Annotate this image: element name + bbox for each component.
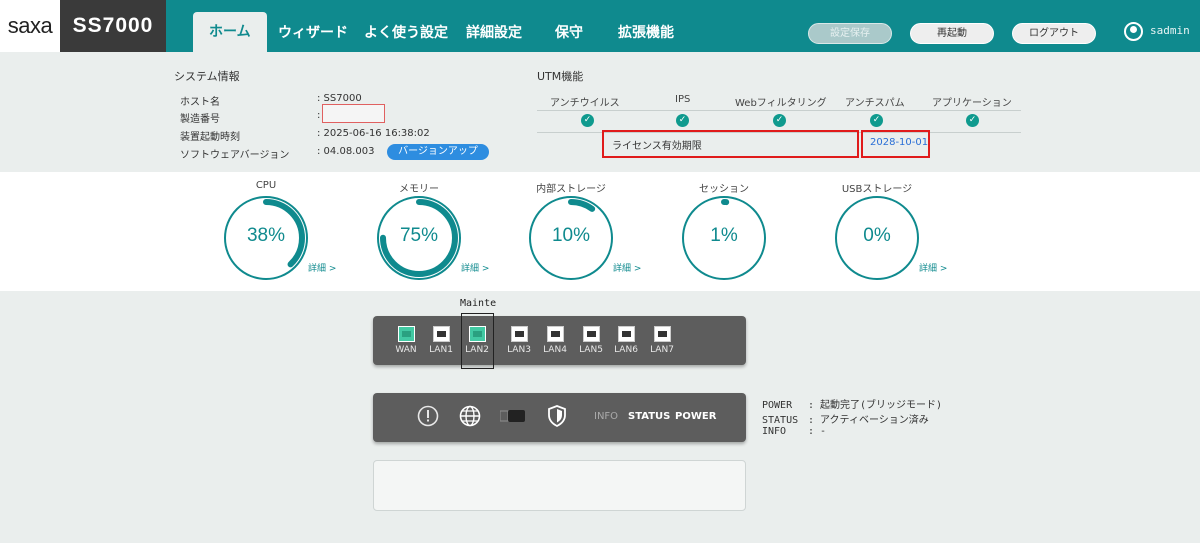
info-key: INFO — [762, 426, 787, 437]
webfilter-check-icon: ✓ — [773, 114, 786, 127]
utm-ips-label: IPS — [675, 94, 691, 105]
info-indicator: INFO — [594, 411, 619, 422]
port-lan5[interactable]: LAN5 — [578, 326, 604, 355]
alert-icon — [417, 405, 439, 427]
tab-maintenance[interactable]: 保守 — [555, 18, 583, 52]
usb-icon — [500, 410, 525, 422]
status-indicator: STATUS — [628, 411, 671, 422]
serial-label: 製造番号 — [180, 114, 220, 125]
software-version-label: ソフトウェアバージョン — [180, 150, 290, 161]
port-lan4[interactable]: LAN4 — [542, 326, 568, 355]
memory-detail-link[interactable]: 詳細 > — [461, 261, 489, 274]
license-expiry-date[interactable]: 2028-10-01 — [870, 137, 928, 148]
port-lan7[interactable]: LAN7 — [649, 326, 675, 355]
usb-storage-detail-link[interactable]: 詳細 > — [919, 261, 947, 274]
user-name: sadmin — [1150, 24, 1190, 37]
save-settings-button[interactable]: 設定保存 — [808, 23, 892, 44]
saxa-logo: saxa — [0, 0, 60, 52]
utm-title: UTM機能 — [537, 70, 584, 83]
internal-storage-gauge-value: 10% — [551, 225, 591, 246]
ethernet-port-icon — [582, 326, 600, 342]
ethernet-port-icon — [653, 326, 671, 342]
power-value: : 起動完了(ブリッジモード) — [808, 400, 943, 411]
port-label: LAN4 — [543, 345, 567, 355]
tab-extensions[interactable]: 拡張機能 — [618, 18, 674, 52]
shield-icon — [548, 405, 566, 427]
utm-webfilter-label: Webフィルタリング — [735, 98, 827, 109]
info-status-row: INFO : - — [762, 426, 826, 437]
port-label: LAN5 — [579, 345, 603, 355]
status-key: STATUS — [762, 415, 799, 426]
port-label: LAN7 — [650, 345, 674, 355]
port-label: LAN3 — [507, 345, 531, 355]
antivirus-check-icon: ✓ — [581, 114, 594, 127]
memory-gauge-value: 75% — [399, 225, 439, 246]
session-gauge-value: 1% — [710, 225, 738, 246]
application-check-icon: ✓ — [966, 114, 979, 127]
license-expiry-label: ライセンス有効期限 — [612, 141, 702, 152]
port-wan[interactable]: WAN — [393, 326, 419, 355]
globe-icon — [459, 405, 481, 427]
usb-storage-gauge-value: 0% — [863, 225, 891, 246]
model-logo: SS7000 — [60, 0, 166, 52]
version-up-button[interactable]: バージョンアップ — [387, 144, 489, 160]
top-header: saxa SS7000 ホーム ウィザード よく使う設定 詳細設定 保守 拡張機… — [0, 0, 1200, 52]
tab-favorites[interactable]: よく使う設定 — [364, 18, 448, 52]
ethernet-port-icon — [432, 326, 450, 342]
mainte-port-highlight — [461, 313, 494, 369]
port-label: LAN1 — [429, 345, 453, 355]
info-value: : - — [808, 426, 827, 437]
boot-time-label: 装置起動時刻 — [180, 132, 240, 143]
power-status-row: POWER : 起動完了(ブリッジモード) — [762, 396, 942, 411]
utm-divider-top — [537, 110, 1021, 111]
ethernet-port-icon — [617, 326, 635, 342]
cpu-detail-link[interactable]: 詳細 > — [308, 261, 336, 274]
internal-storage-detail-link[interactable]: 詳細 > — [613, 261, 641, 274]
cpu-gauge-value: 38% — [246, 225, 286, 246]
message-area — [373, 460, 746, 511]
tab-wizard[interactable]: ウィザード — [278, 18, 348, 52]
port-label: LAN6 — [614, 345, 638, 355]
software-version-value: : 04.08.003 — [317, 146, 375, 157]
hostname-label: ホスト名 — [180, 97, 220, 108]
user-icon — [1124, 22, 1143, 41]
serial-redacted-box — [322, 104, 385, 123]
serial-value: : — [317, 110, 321, 121]
tab-home[interactable]: ホーム — [193, 12, 267, 52]
utm-application-label: アプリケーション — [932, 98, 1012, 109]
ethernet-port-icon — [510, 326, 528, 342]
status-value: : アクティベーション済み — [808, 415, 929, 426]
system-info-title: システム情報 — [174, 70, 240, 83]
power-indicator: POWER — [675, 411, 717, 422]
ethernet-port-icon — [546, 326, 564, 342]
hostname-value: : SS7000 — [317, 93, 362, 104]
status-status-row: STATUS : アクティベーション済み — [762, 411, 929, 426]
port-lan3[interactable]: LAN3 — [506, 326, 532, 355]
port-lan1[interactable]: LAN1 — [428, 326, 454, 355]
port-label: WAN — [395, 345, 417, 355]
reboot-button[interactable]: 再起動 — [910, 23, 994, 44]
boot-time-value: : 2025-06-16 16:38:02 — [317, 128, 430, 139]
utm-antispam-label: アンチスパム — [845, 98, 905, 109]
tab-advanced[interactable]: 詳細設定 — [466, 18, 522, 52]
logout-button[interactable]: ログアウト — [1012, 23, 1096, 44]
port-lan6[interactable]: LAN6 — [613, 326, 639, 355]
utm-antivirus-label: アンチウイルス — [550, 98, 620, 109]
ethernet-port-icon — [397, 326, 415, 342]
ips-check-icon: ✓ — [676, 114, 689, 127]
cpu-gauge-title: CPU — [255, 180, 277, 191]
antispam-check-icon: ✓ — [870, 114, 883, 127]
power-key: POWER — [762, 400, 793, 411]
mainte-label: Mainte — [460, 298, 497, 309]
